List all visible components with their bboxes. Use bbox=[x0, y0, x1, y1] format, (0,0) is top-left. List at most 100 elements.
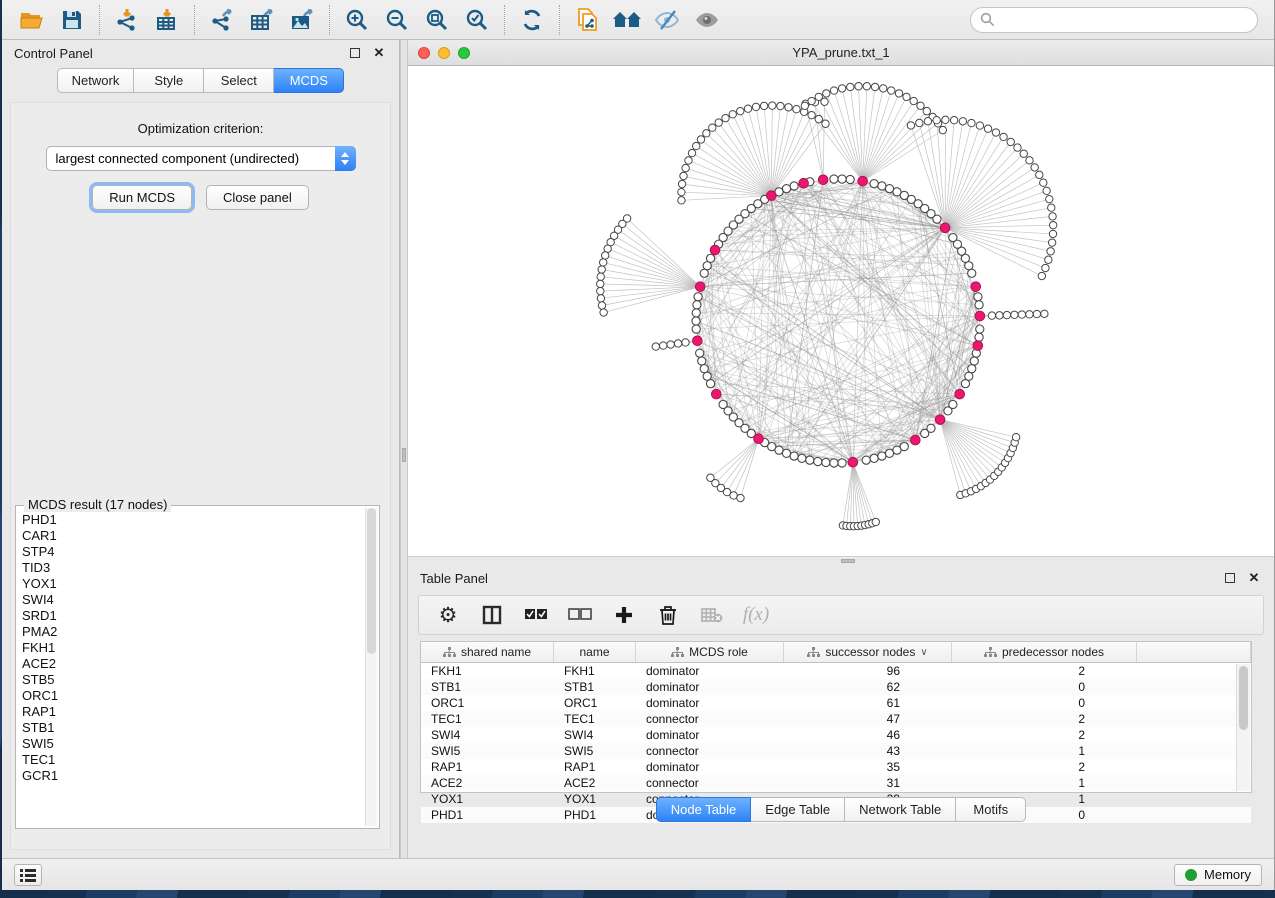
graph-mcds-node[interactable] bbox=[710, 245, 720, 255]
horizontal-splitter[interactable] bbox=[408, 556, 1274, 565]
graph-ring-node[interactable] bbox=[949, 233, 957, 241]
graph-satellite-node[interactable] bbox=[984, 125, 991, 132]
graph-satellite-node[interactable] bbox=[692, 142, 699, 149]
graph-satellite-node[interactable] bbox=[924, 118, 931, 125]
select-all-button[interactable] bbox=[523, 602, 549, 628]
result-list-item[interactable]: ACE2 bbox=[22, 656, 364, 672]
graph-ring-node[interactable] bbox=[846, 175, 854, 183]
cell-successor-nodes[interactable]: 35 bbox=[784, 760, 952, 774]
tab-mcds[interactable]: MCDS bbox=[274, 68, 344, 93]
float-table-panel-button[interactable] bbox=[1222, 570, 1238, 586]
graph-ring-node[interactable] bbox=[706, 380, 714, 388]
graph-satellite-node[interactable] bbox=[1047, 248, 1054, 255]
cell-successor-nodes[interactable]: 96 bbox=[784, 664, 952, 678]
graph-satellite-node[interactable] bbox=[895, 90, 902, 97]
zoom-in-button[interactable] bbox=[337, 3, 377, 37]
result-scrollbar[interactable] bbox=[365, 508, 377, 826]
graph-satellite-node[interactable] bbox=[1049, 230, 1056, 237]
graph-ring-node[interactable] bbox=[822, 458, 830, 466]
graph-ring-node[interactable] bbox=[870, 454, 878, 462]
graph-ring-node[interactable] bbox=[696, 349, 704, 357]
graph-ring-node[interactable] bbox=[703, 262, 711, 270]
table-settings-button[interactable]: ⚙ bbox=[435, 602, 461, 628]
graph-mcds-node[interactable] bbox=[767, 191, 777, 201]
graph-mcds-node[interactable] bbox=[818, 175, 828, 185]
graph-satellite-node[interactable] bbox=[1003, 311, 1010, 318]
cell-MCDS-role[interactable]: connector bbox=[636, 712, 784, 726]
cell-MCDS-role[interactable]: dominator bbox=[636, 760, 784, 774]
refresh-button[interactable] bbox=[512, 3, 552, 37]
cell-predecessor-nodes[interactable]: 1 bbox=[952, 776, 1137, 790]
column-header-shared-name[interactable]: shared name bbox=[421, 642, 554, 662]
graph-satellite-node[interactable] bbox=[601, 252, 608, 259]
graph-satellite-node[interactable] bbox=[597, 287, 604, 294]
graph-satellite-node[interactable] bbox=[923, 107, 930, 114]
cell-name[interactable]: SWI5 bbox=[554, 744, 636, 758]
graph-satellite-node[interactable] bbox=[1041, 310, 1048, 317]
cell-name[interactable]: STB1 bbox=[554, 680, 636, 694]
graph-ring-node[interactable] bbox=[700, 365, 708, 373]
table-row[interactable]: ORC1ORC1dominator610 bbox=[421, 695, 1251, 711]
hide-selected-button[interactable] bbox=[647, 3, 687, 37]
graph-satellite-node[interactable] bbox=[682, 339, 689, 346]
graph-satellite-node[interactable] bbox=[785, 104, 792, 111]
graph-ring-node[interactable] bbox=[976, 325, 984, 333]
graph-satellite-node[interactable] bbox=[667, 341, 674, 348]
graph-satellite-node[interactable] bbox=[815, 93, 822, 100]
graph-satellite-node[interactable] bbox=[976, 122, 983, 129]
graph-satellite-node[interactable] bbox=[1031, 164, 1038, 171]
graph-ring-node[interactable] bbox=[878, 452, 886, 460]
delete-table-button[interactable] bbox=[699, 602, 725, 628]
zoom-out-button[interactable] bbox=[377, 3, 417, 37]
cell-MCDS-role[interactable]: dominator bbox=[636, 728, 784, 742]
graph-ring-node[interactable] bbox=[927, 424, 935, 432]
graph-satellite-node[interactable] bbox=[1048, 204, 1055, 211]
graph-satellite-node[interactable] bbox=[988, 312, 995, 319]
graph-ring-node[interactable] bbox=[692, 317, 700, 325]
graph-satellite-node[interactable] bbox=[1048, 239, 1055, 246]
result-list-item[interactable]: STB5 bbox=[22, 672, 364, 688]
graph-satellite-node[interactable] bbox=[678, 197, 685, 204]
graph-ring-node[interactable] bbox=[968, 269, 976, 277]
show-columns-button[interactable] bbox=[479, 602, 505, 628]
graph-mcds-node[interactable] bbox=[911, 435, 921, 445]
graph-satellite-node[interactable] bbox=[992, 129, 999, 136]
graph-satellite-node[interactable] bbox=[1020, 150, 1027, 157]
table-row[interactable]: SWI4SWI4dominator462 bbox=[421, 727, 1251, 743]
graph-satellite-node[interactable] bbox=[737, 494, 744, 501]
graph-ring-node[interactable] bbox=[870, 180, 878, 188]
graph-satellite-node[interactable] bbox=[674, 340, 681, 347]
graph-satellite-node[interactable] bbox=[942, 116, 949, 123]
graph-ring-node[interactable] bbox=[838, 175, 846, 183]
graph-satellite-node[interactable] bbox=[597, 295, 604, 302]
cell-shared-name[interactable]: SWI4 bbox=[421, 728, 554, 742]
result-list-item[interactable]: SWI5 bbox=[22, 736, 364, 752]
tab-style[interactable]: Style bbox=[134, 68, 204, 93]
graph-satellite-node[interactable] bbox=[1018, 311, 1025, 318]
run-mcds-button[interactable]: Run MCDS bbox=[92, 185, 192, 210]
graph-ring-node[interactable] bbox=[790, 182, 798, 190]
graph-satellite-node[interactable] bbox=[916, 119, 923, 126]
graph-satellite-node[interactable] bbox=[855, 83, 862, 90]
graph-satellite-node[interactable] bbox=[600, 309, 607, 316]
graph-mcds-node[interactable] bbox=[975, 311, 985, 321]
graph-satellite-node[interactable] bbox=[680, 172, 687, 179]
cell-successor-nodes[interactable]: 31 bbox=[784, 776, 952, 790]
optimization-criterion-dropdown[interactable]: largest connected component (undirected) bbox=[46, 146, 356, 171]
graph-satellite-node[interactable] bbox=[688, 149, 695, 156]
search-box[interactable] bbox=[970, 7, 1258, 33]
graph-satellite-node[interactable] bbox=[769, 102, 776, 109]
graph-satellite-node[interactable] bbox=[1036, 171, 1043, 178]
export-network-button[interactable] bbox=[202, 3, 242, 37]
tab-network[interactable]: Network bbox=[57, 68, 135, 93]
graph-mcds-node[interactable] bbox=[940, 223, 950, 233]
table-row[interactable]: RAP1RAP1dominator352 bbox=[421, 759, 1251, 775]
graph-satellite-node[interactable] bbox=[703, 130, 710, 137]
graph-satellite-node[interactable] bbox=[1026, 157, 1033, 164]
cell-predecessor-nodes[interactable]: 2 bbox=[952, 728, 1137, 742]
graph-ring-node[interactable] bbox=[885, 185, 893, 193]
first-neighbors-button[interactable] bbox=[607, 3, 647, 37]
result-list-item[interactable]: TID3 bbox=[22, 560, 364, 576]
table-row[interactable]: SWI5SWI5connector431 bbox=[421, 743, 1251, 759]
graph-satellite-node[interactable] bbox=[933, 116, 940, 123]
